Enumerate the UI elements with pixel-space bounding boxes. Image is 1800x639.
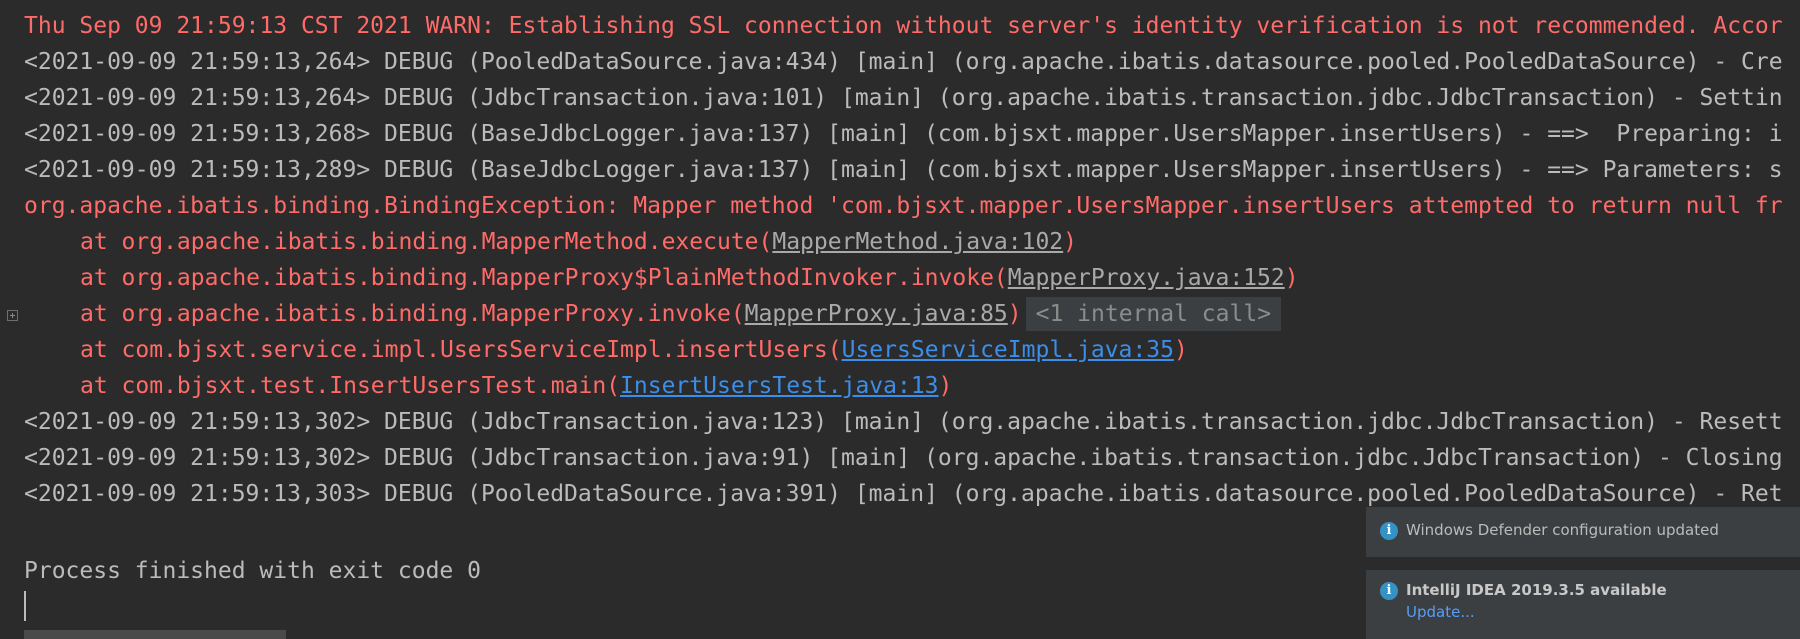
exception-line: org.apache.ibatis.binding.BindingExcepti… bbox=[24, 193, 1783, 219]
source-link[interactable]: InsertUsersTest.java:13 bbox=[620, 373, 939, 399]
text-caret bbox=[24, 591, 26, 621]
source-link[interactable]: MapperMethod.java:102 bbox=[772, 229, 1063, 255]
stack-frame-text: at org.apache.ibatis.binding.MapperProxy… bbox=[80, 301, 745, 327]
stack-trace-line: at org.apache.ibatis.binding.MapperProxy… bbox=[80, 296, 1282, 332]
defender-notification[interactable]: i Windows Defender configuration updated bbox=[1366, 507, 1800, 557]
stack-trace-line: at org.apache.ibatis.binding.MapperMetho… bbox=[80, 224, 1077, 260]
stack-trace-line: at com.bjsxt.test.InsertUsersTest.main(I… bbox=[80, 368, 952, 404]
horizontal-scrollbar[interactable] bbox=[24, 630, 286, 639]
update-notification[interactable]: i IntelliJ IDEA 2019.3.5 available Updat… bbox=[1366, 570, 1800, 639]
info-icon: i bbox=[1380, 522, 1398, 540]
debug-log-line: <2021-09-09 21:59:13,302> DEBUG (JdbcTra… bbox=[24, 409, 1783, 435]
internal-call-fold[interactable]: <1 internal call> bbox=[1025, 297, 1282, 331]
stack-frame-close: ) bbox=[1173, 337, 1188, 363]
stack-trace-line: at com.bjsxt.service.impl.UsersServiceIm… bbox=[80, 332, 1188, 368]
run-console[interactable]: Thu Sep 09 21:59:13 CST 2021 WARN: Estab… bbox=[0, 0, 1800, 639]
source-link[interactable]: MapperProxy.java:85 bbox=[745, 301, 1008, 327]
stack-frame-text: at com.bjsxt.test.InsertUsersTest.main( bbox=[80, 373, 621, 399]
info-icon: i bbox=[1380, 582, 1398, 600]
stack-frame-close: ) bbox=[938, 373, 953, 399]
source-link[interactable]: UsersServiceImpl.java:35 bbox=[842, 337, 1174, 363]
stack-frame-text: at com.bjsxt.service.impl.UsersServiceIm… bbox=[80, 337, 842, 363]
ssl-warning-line: Thu Sep 09 21:59:13 CST 2021 WARN: Estab… bbox=[24, 13, 1783, 39]
debug-log-line: <2021-09-09 21:59:13,302> DEBUG (JdbcTra… bbox=[24, 445, 1783, 471]
stack-frame-close: ) bbox=[1284, 265, 1299, 291]
source-link[interactable]: MapperProxy.java:152 bbox=[1008, 265, 1285, 291]
update-link[interactable]: Update... bbox=[1406, 603, 1475, 621]
debug-log-line: <2021-09-09 21:59:13,264> DEBUG (PooledD… bbox=[24, 49, 1783, 75]
stack-frame-close: ) bbox=[1063, 229, 1078, 255]
stack-frame-text: at org.apache.ibatis.binding.MapperProxy… bbox=[80, 265, 1008, 291]
expand-fold-icon[interactable] bbox=[7, 310, 18, 321]
debug-log-line: <2021-09-09 21:59:13,289> DEBUG (BaseJdb… bbox=[24, 157, 1783, 183]
notification-text: Windows Defender configuration updated bbox=[1406, 521, 1719, 539]
notification-title: IntelliJ IDEA 2019.3.5 available bbox=[1406, 581, 1667, 599]
debug-log-line: <2021-09-09 21:59:13,264> DEBUG (JdbcTra… bbox=[24, 85, 1783, 111]
process-finished-line: Process finished with exit code 0 bbox=[24, 558, 481, 584]
stack-trace-line: at org.apache.ibatis.binding.MapperProxy… bbox=[80, 260, 1299, 296]
stack-frame-text: at org.apache.ibatis.binding.MapperMetho… bbox=[80, 229, 773, 255]
stack-frame-close: ) bbox=[1007, 301, 1022, 327]
debug-log-line: <2021-09-09 21:59:13,268> DEBUG (BaseJdb… bbox=[24, 121, 1783, 147]
